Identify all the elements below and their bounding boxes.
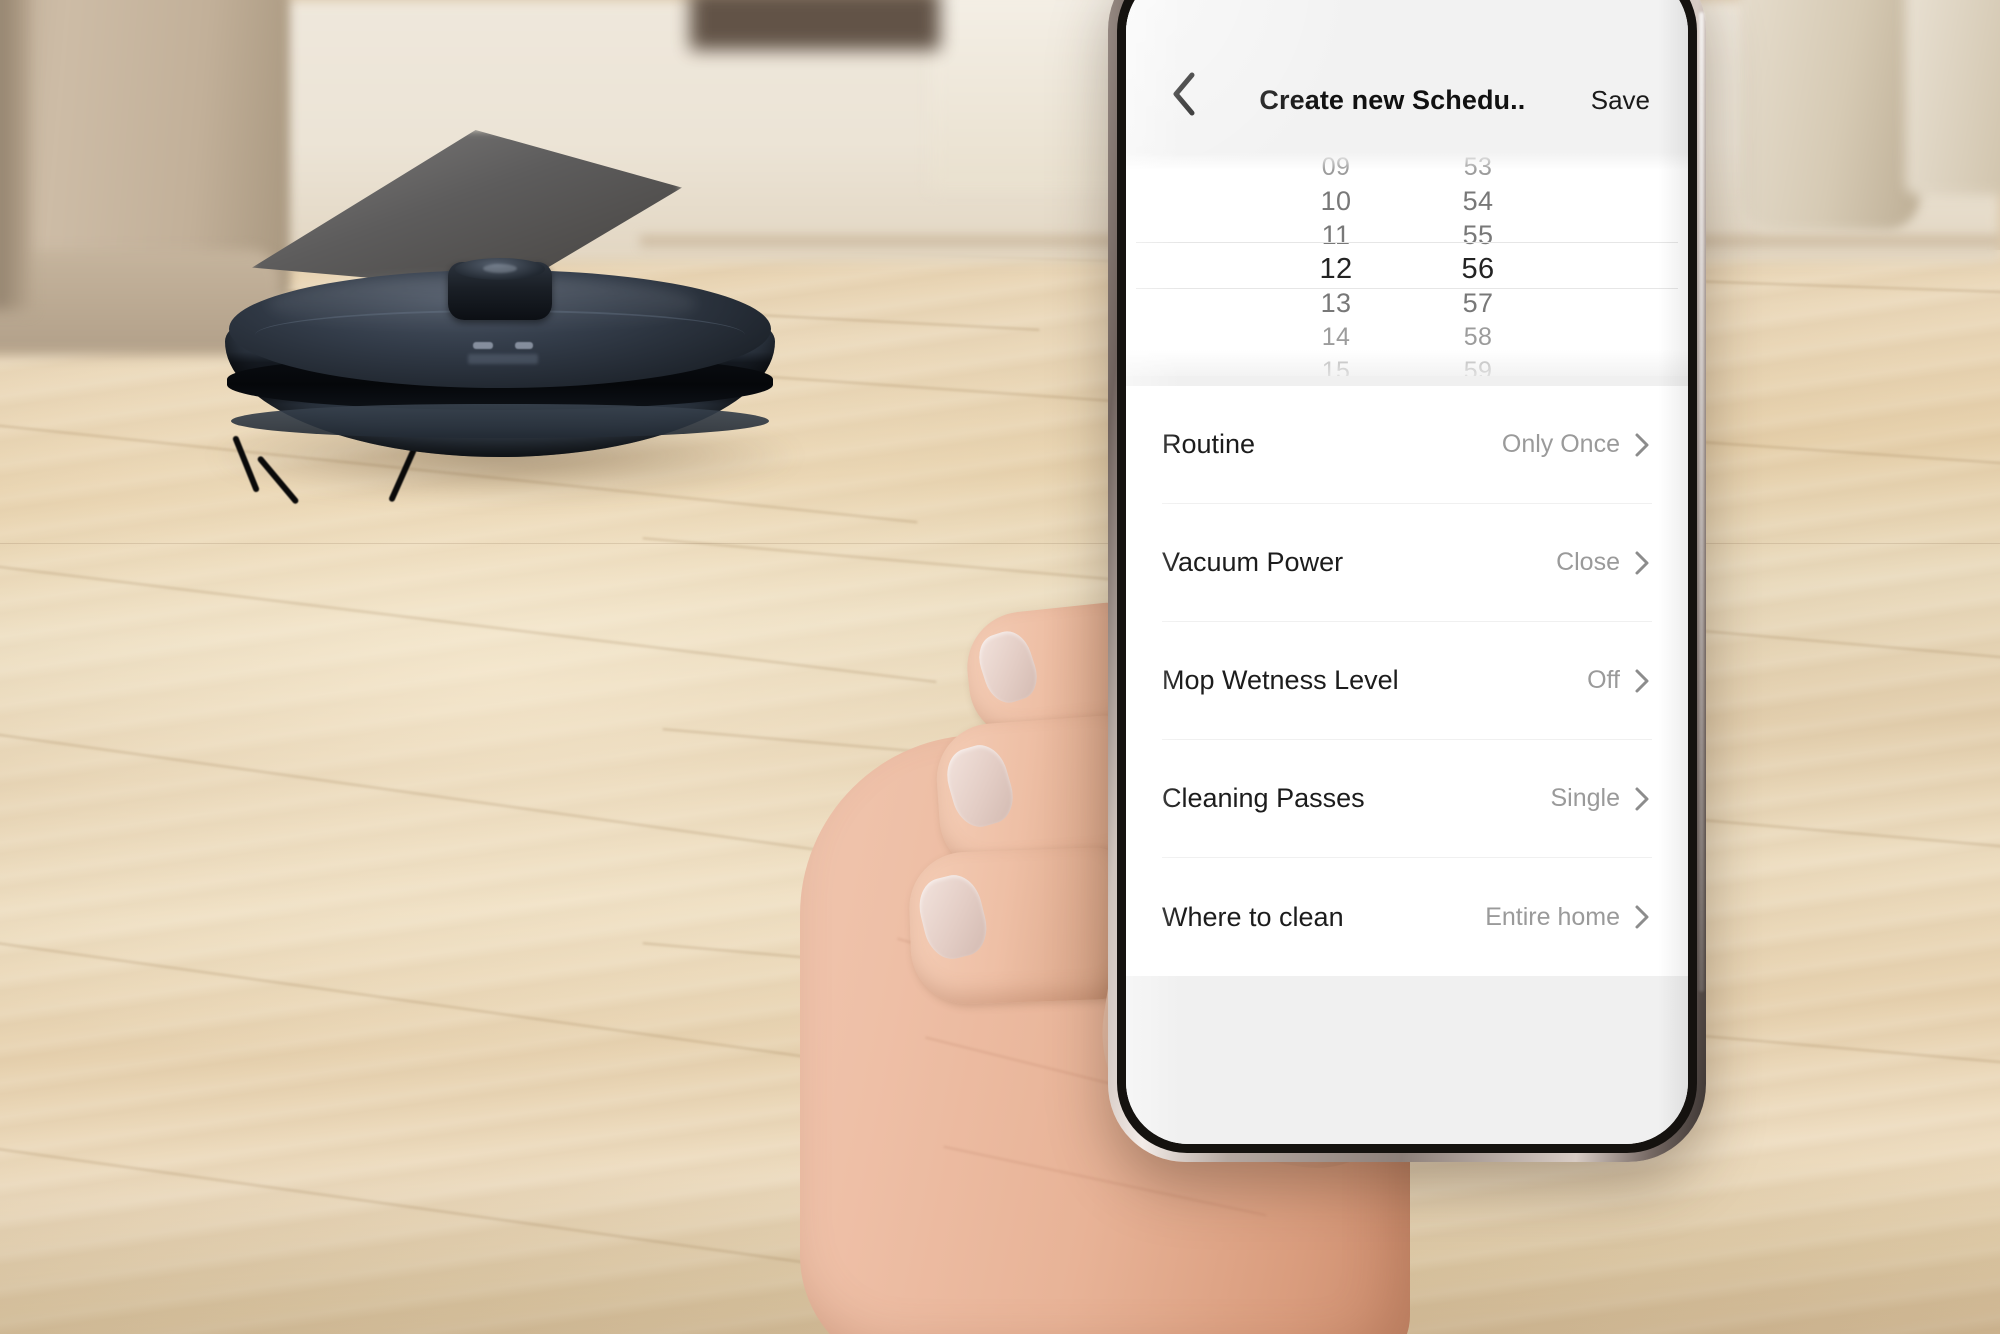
smartphone: Create new Schedu.. Save 08 09 10 11 12 … — [1108, 0, 1706, 1162]
settings-row-routine[interactable]: Routine Only Once — [1162, 386, 1652, 504]
hour-option[interactable]: 09 — [1296, 150, 1376, 184]
chevron-right-icon — [1634, 551, 1652, 574]
minute-column[interactable]: 52 53 54 55 56 57 58 59 00 — [1438, 138, 1518, 386]
row-label: Where to clean — [1162, 901, 1344, 932]
chevron-right-icon — [1634, 905, 1652, 929]
hour-column[interactable]: 08 09 10 11 12 13 14 15 16 — [1296, 138, 1376, 386]
time-picker-columns: 08 09 10 11 12 13 14 15 16 52 53 54 — [1126, 138, 1688, 386]
empty-area — [1126, 976, 1688, 1144]
settings-row-mop-wetness-level[interactable]: Mop Wetness Level Off — [1162, 622, 1652, 740]
robot-indicator-led — [515, 342, 533, 349]
minute-option[interactable]: 54 — [1438, 184, 1518, 218]
chevron-right-icon — [1634, 433, 1652, 456]
robot-lidar-window — [483, 264, 517, 273]
robot-vacuum — [205, 258, 805, 505]
row-value: Close — [1556, 548, 1620, 576]
minute-option[interactable]: 55 — [1438, 218, 1518, 252]
hour-option[interactable]: 08 — [1296, 138, 1376, 150]
settings-row-where-to-clean[interactable]: Where to clean Entire home — [1162, 858, 1652, 976]
app-screen: Create new Schedu.. Save 08 09 10 11 12 … — [1126, 0, 1688, 1144]
chevron-right-icon — [1634, 787, 1652, 810]
settings-row-cleaning-passes[interactable]: Cleaning Passes Single — [1162, 740, 1652, 858]
picker-divider — [1126, 376, 1688, 386]
hour-option[interactable]: 14 — [1296, 320, 1376, 354]
picker-selection-line-bottom — [1136, 288, 1678, 289]
app-header: Create new Schedu.. Save — [1126, 0, 1688, 138]
row-value: Only Once — [1501, 430, 1620, 458]
floor-vase-secondary — [1905, 0, 2000, 195]
settings-row-vacuum-power[interactable]: Vacuum Power Close — [1162, 504, 1652, 622]
minute-option[interactable]: 53 — [1438, 150, 1518, 184]
robot-brand-mark — [468, 354, 538, 364]
row-value: Single — [1550, 784, 1621, 812]
robot-lower-band — [231, 404, 769, 438]
chevron-left-icon — [1170, 71, 1198, 117]
row-label: Routine — [1162, 429, 1256, 459]
robot-indicator-led — [473, 342, 493, 349]
minute-option[interactable]: 57 — [1438, 286, 1518, 320]
minute-option[interactable]: 58 — [1438, 320, 1518, 354]
hour-option[interactable]: 11 — [1296, 218, 1376, 252]
floor-vase — [1740, 0, 1920, 230]
save-button[interactable]: Save — [1591, 85, 1652, 116]
dark-cabinet — [690, 0, 940, 50]
minute-option-selected[interactable]: 56 — [1438, 252, 1518, 286]
row-value: Entire home — [1485, 902, 1620, 931]
hour-option[interactable]: 10 — [1296, 184, 1376, 218]
row-label: Cleaning Passes — [1162, 783, 1365, 813]
phone-screen: Create new Schedu.. Save 08 09 10 11 12 … — [1126, 0, 1688, 1144]
row-value: Off — [1587, 666, 1620, 694]
phone-edge-highlight — [1699, 12, 1704, 992]
settings-list: Routine Only Once Vacuum Power Close Mop… — [1126, 386, 1688, 976]
curtain — [0, 0, 30, 310]
minute-option[interactable]: 52 — [1438, 138, 1518, 150]
picker-selection-line-top — [1136, 242, 1678, 243]
chevron-right-icon — [1634, 669, 1652, 692]
time-picker[interactable]: 08 09 10 11 12 13 14 15 16 52 53 54 — [1126, 138, 1688, 386]
row-label: Mop Wetness Level — [1162, 665, 1399, 695]
page-title: Create new Schedu.. — [1259, 85, 1526, 115]
hour-option[interactable]: 13 — [1296, 286, 1376, 320]
hour-option-selected[interactable]: 12 — [1296, 252, 1376, 286]
row-label: Vacuum Power — [1162, 547, 1344, 577]
